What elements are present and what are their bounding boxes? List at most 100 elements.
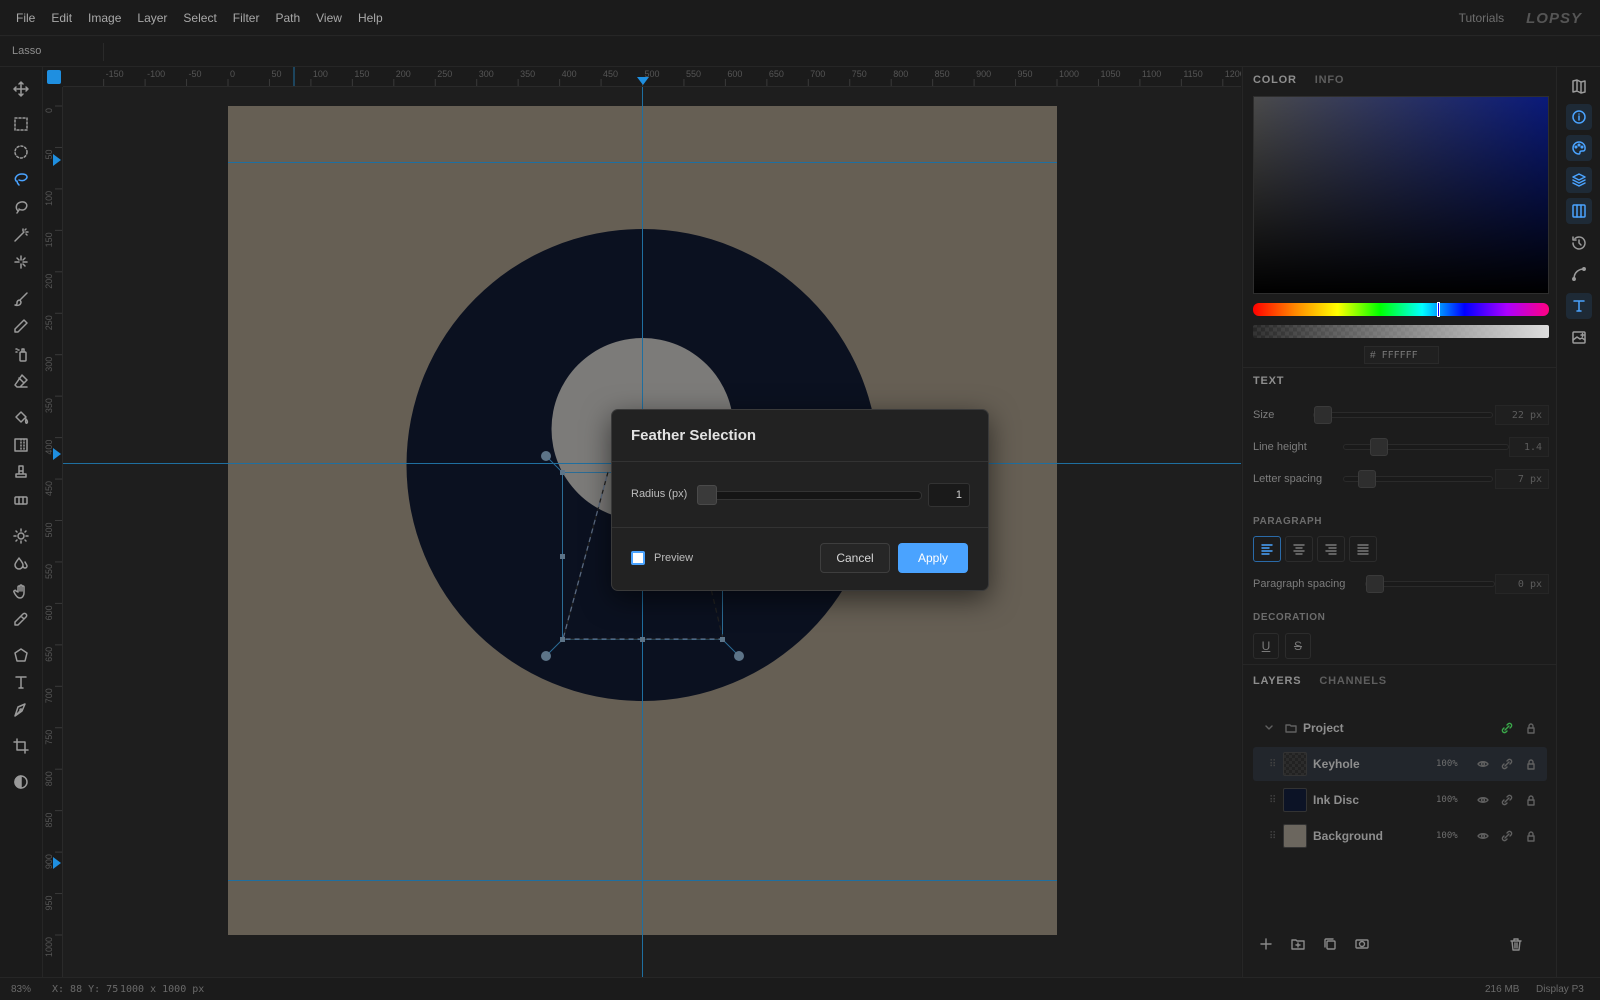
text-panel-button[interactable] xyxy=(1566,293,1592,319)
lock-icon[interactable] xyxy=(1523,720,1539,736)
size-slider-thumb[interactable] xyxy=(1314,406,1332,424)
radius-slider-thumb[interactable] xyxy=(697,485,717,505)
map-panel-button[interactable] xyxy=(1566,73,1592,99)
menu-select[interactable]: Select xyxy=(175,11,224,25)
lock-icon[interactable] xyxy=(1523,792,1539,808)
fill-tool[interactable] xyxy=(7,405,35,429)
preview-checkbox[interactable] xyxy=(631,551,645,565)
menu-view[interactable]: View xyxy=(308,11,350,25)
size-slider[interactable] xyxy=(1313,406,1493,424)
link-icon[interactable] xyxy=(1499,828,1515,844)
drag-handle-icon[interactable]: ⠿ xyxy=(1269,795,1276,806)
cancel-button[interactable]: Cancel xyxy=(820,543,890,573)
gradient-tool[interactable] xyxy=(7,433,35,457)
align-left-button[interactable] xyxy=(1253,536,1281,562)
history-panel-button[interactable] xyxy=(1566,230,1592,256)
letter-spacing-slider-thumb[interactable] xyxy=(1358,470,1376,488)
layer-row-keyhole[interactable]: ⠿ Keyhole 100% xyxy=(1253,747,1547,781)
delete-layer-button[interactable] xyxy=(1507,935,1525,953)
drag-handle-icon[interactable]: ⠿ xyxy=(1269,759,1276,770)
underline-button[interactable]: U xyxy=(1253,633,1279,659)
letter-spacing-slider[interactable] xyxy=(1343,470,1493,488)
paragraph-spacing-slider[interactable] xyxy=(1365,575,1495,593)
link-icon[interactable] xyxy=(1499,720,1515,736)
layer-row-ink-disc[interactable]: ⠿ Ink Disc 100% xyxy=(1253,783,1547,817)
polygon-lasso-tool[interactable] xyxy=(7,195,35,219)
strikethrough-button[interactable]: S xyxy=(1285,633,1311,659)
zoom-level[interactable]: 83% xyxy=(11,984,31,995)
tab-layers[interactable]: LAYERS xyxy=(1253,675,1301,687)
ruler-left[interactable]: 0 50 100 150 200 250 300 350 400 450 500 550 600 650 7… xyxy=(43,87,63,977)
lock-icon[interactable] xyxy=(1523,756,1539,772)
radius-input[interactable]: 1 xyxy=(928,483,970,507)
chevron-down-icon[interactable] xyxy=(1261,720,1277,736)
paragraph-spacing-value[interactable]: 0 px xyxy=(1495,574,1549,594)
add-layer-button[interactable] xyxy=(1257,935,1275,953)
lasso-tool[interactable] xyxy=(7,167,35,191)
preview-label[interactable]: Preview xyxy=(654,552,693,564)
menu-edit[interactable]: Edit xyxy=(43,11,80,25)
menu-file[interactable]: File xyxy=(8,11,43,25)
letter-spacing-value[interactable]: 7 px xyxy=(1495,469,1549,489)
eyedropper-tool[interactable] xyxy=(7,607,35,631)
tab-color[interactable]: COLOR xyxy=(1253,74,1297,86)
eraser-tool[interactable] xyxy=(7,369,35,393)
eye-icon[interactable] xyxy=(1475,792,1491,808)
mask-layer-button[interactable] xyxy=(1353,935,1371,953)
tab-info[interactable]: INFO xyxy=(1315,74,1344,86)
shape-tool[interactable] xyxy=(7,643,35,667)
line-height-slider-thumb[interactable] xyxy=(1370,438,1388,456)
hand-tool[interactable] xyxy=(7,579,35,603)
stamp-tool[interactable] xyxy=(7,460,35,484)
align-justify-button[interactable] xyxy=(1349,536,1377,562)
adjust-tool[interactable] xyxy=(7,770,35,794)
size-value[interactable]: 22 px xyxy=(1495,405,1549,425)
color-saturation-field[interactable] xyxy=(1253,96,1549,294)
menu-image[interactable]: Image xyxy=(80,11,129,25)
text-section-title[interactable]: TEXT xyxy=(1253,375,1284,387)
text-tool[interactable] xyxy=(7,670,35,694)
eye-icon[interactable] xyxy=(1475,756,1491,772)
menu-help[interactable]: Help xyxy=(350,11,391,25)
layer-opacity[interactable]: 100% xyxy=(1436,831,1458,841)
info-panel-button[interactable] xyxy=(1566,104,1592,130)
lock-icon[interactable] xyxy=(1523,828,1539,844)
healing-tool[interactable] xyxy=(7,488,35,512)
layer-row-background[interactable]: ⠿ Background 100% xyxy=(1253,819,1547,853)
layers-panel-button[interactable] xyxy=(1566,167,1592,193)
menu-path[interactable]: Path xyxy=(267,11,308,25)
image-panel-button[interactable] xyxy=(1566,324,1592,350)
menu-filter[interactable]: Filter xyxy=(225,11,268,25)
pencil-tool[interactable] xyxy=(7,314,35,338)
paragraph-spacing-slider-thumb[interactable] xyxy=(1366,575,1384,593)
dodge-tool[interactable] xyxy=(7,524,35,548)
line-height-slider[interactable] xyxy=(1343,438,1509,456)
ruler-top[interactable]: -150 -100 -50 0 50 100 150 200 250 300 350 400 450 50… xyxy=(63,67,1241,87)
spray-tool[interactable] xyxy=(7,342,35,366)
line-height-value[interactable]: 1.4 xyxy=(1509,437,1549,457)
menu-layer[interactable]: Layer xyxy=(129,11,175,25)
color-panel-button[interactable] xyxy=(1566,135,1592,161)
duplicate-layer-button[interactable] xyxy=(1321,935,1339,953)
ruler-origin-marker[interactable] xyxy=(47,70,61,84)
radius-slider-track[interactable] xyxy=(697,491,922,500)
tutorials-link[interactable]: Tutorials xyxy=(1459,11,1505,25)
layer-opacity[interactable]: 100% xyxy=(1436,795,1458,805)
align-right-button[interactable] xyxy=(1317,536,1345,562)
link-icon[interactable] xyxy=(1499,792,1515,808)
hex-color-input[interactable]: # FFFFFF xyxy=(1364,346,1439,364)
rect-select-tool[interactable] xyxy=(7,112,35,136)
alpha-slider[interactable] xyxy=(1253,325,1549,338)
channels-panel-button[interactable] xyxy=(1566,198,1592,224)
hue-slider[interactable] xyxy=(1253,302,1549,317)
hue-slider-thumb[interactable] xyxy=(1437,302,1440,317)
layer-group-row[interactable]: Project xyxy=(1253,711,1547,745)
crop-tool[interactable] xyxy=(7,734,35,758)
link-icon[interactable] xyxy=(1499,756,1515,772)
ellipse-select-tool[interactable] xyxy=(7,140,35,164)
magic-wand-tool[interactable] xyxy=(7,223,35,247)
eye-icon[interactable] xyxy=(1475,828,1491,844)
drag-handle-icon[interactable]: ⠿ xyxy=(1269,831,1276,842)
apply-button[interactable]: Apply xyxy=(898,543,968,573)
move-tool[interactable] xyxy=(7,77,35,101)
